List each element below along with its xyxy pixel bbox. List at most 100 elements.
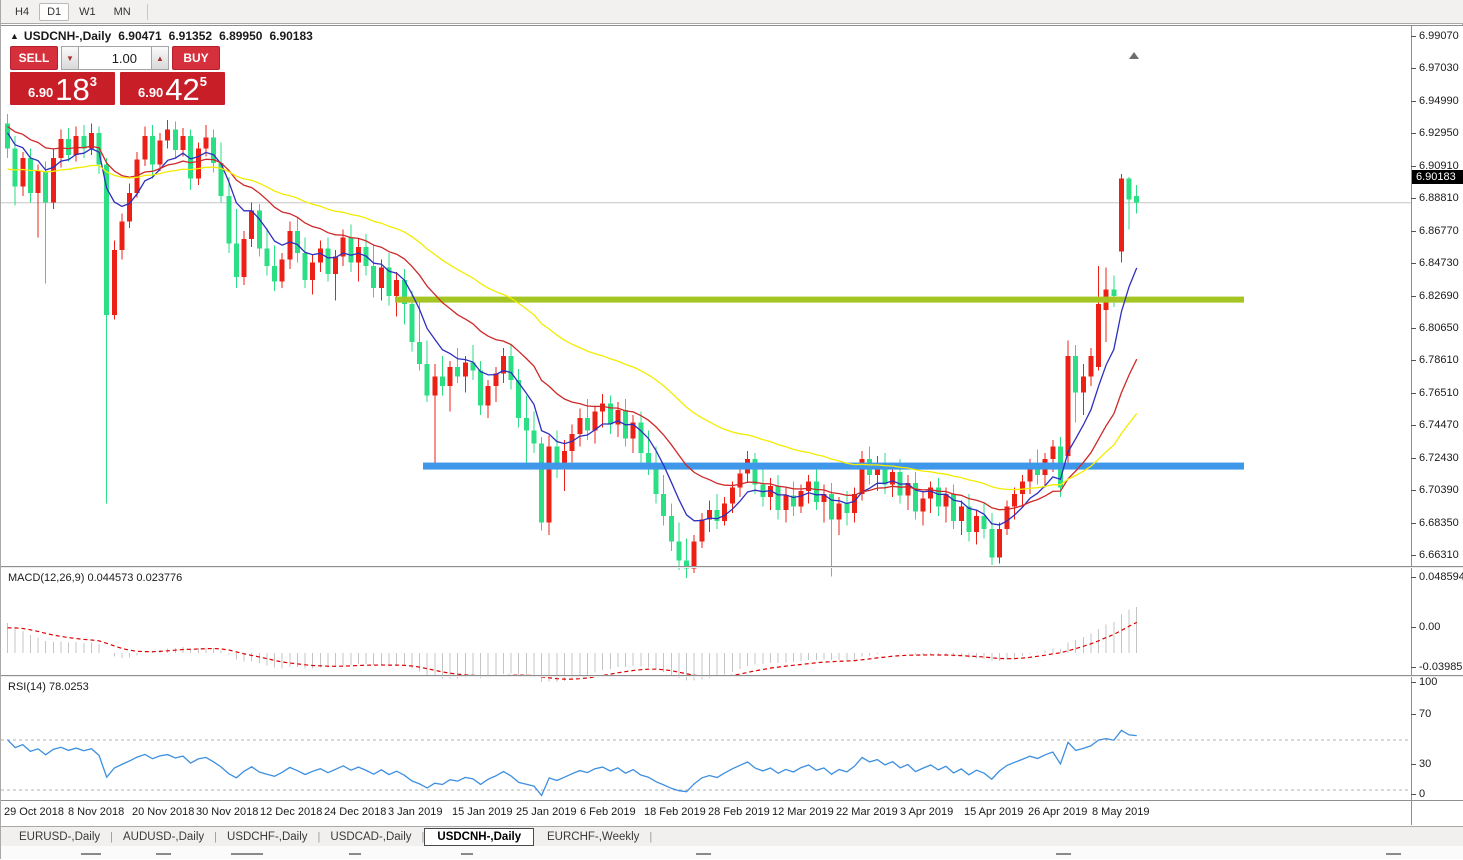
tab-usdcnh-daily[interactable]: USDCNH-,Daily (424, 828, 534, 846)
tab-eurusd-daily[interactable]: EURUSD-,Daily (9, 829, 110, 845)
rsi-label: RSI(14) 78.0253 (8, 681, 89, 693)
sell-button[interactable]: SELL (10, 46, 58, 70)
sell-price-prefix: 6.90 (28, 85, 53, 105)
chart-tab-bar: EURUSD-,Daily|AUDUSD-,Daily|USDCHF-,Dail… (1, 826, 1463, 846)
date-axis-label: 18 Feb 2019 (644, 806, 706, 818)
volume-increase-button[interactable]: ▲ (151, 46, 169, 70)
date-axis-label: 15 Jan 2019 (452, 806, 513, 818)
sell-price-sup: 3 (90, 74, 97, 89)
price-chart-canvas[interactable] (1, 51, 1463, 592)
price-axis-label: 6.72430 (1419, 452, 1459, 464)
open-value: 6.90471 (118, 29, 161, 43)
buy-price-box[interactable]: 6.90 42 5 (120, 72, 225, 105)
window-fragment (349, 853, 361, 855)
one-click-trading-panel: SELL ▼ 1.00 ▲ BUY 6.90 18 3 6.90 42 5 (10, 46, 226, 105)
price-axis-tick (1411, 101, 1416, 102)
date-axis-label: 15 Apr 2019 (964, 806, 1023, 818)
price-axis-label: 6.78610 (1419, 354, 1459, 366)
price-axis-tick (1411, 328, 1416, 329)
high-value: 6.91352 (169, 29, 212, 43)
bottom-strip (1, 846, 1463, 859)
price-axis-label: 6.76510 (1419, 387, 1459, 399)
price-axis-label: 6.86770 (1419, 225, 1459, 237)
volume-input[interactable]: 1.00 (79, 46, 151, 70)
window-fragment (1386, 853, 1401, 855)
price-axis-tick (1411, 231, 1416, 232)
timeframe-button-w1[interactable]: W1 (71, 3, 104, 21)
date-axis-label: 8 Nov 2018 (68, 806, 124, 818)
tab-separator: | (649, 831, 652, 843)
tab-audusd-daily[interactable]: AUDUSD-,Daily (113, 829, 214, 845)
timeframe-button-h4[interactable]: H4 (7, 3, 37, 21)
price-axis-label: 6.92950 (1419, 127, 1459, 139)
date-axis-label: 12 Dec 2018 (260, 806, 322, 818)
price-axis-tick (1411, 360, 1416, 361)
macd-axis-tick (1411, 627, 1416, 628)
date-axis-separator (1, 800, 1463, 801)
price-axis-label: 6.88810 (1419, 192, 1459, 204)
timeframe-button-mn[interactable]: MN (106, 3, 139, 21)
date-axis-label: 12 Mar 2019 (772, 806, 834, 818)
date-axis-label: 26 Apr 2019 (1028, 806, 1087, 818)
price-axis-label: 6.82690 (1419, 290, 1459, 302)
buy-button[interactable]: BUY (172, 46, 220, 70)
buy-price-sup: 5 (200, 74, 207, 89)
sell-price-box[interactable]: 6.90 18 3 (10, 72, 115, 105)
price-axis-tick (1411, 425, 1416, 426)
price-axis-label: 6.90910 (1419, 160, 1459, 172)
rsi-axis-tick (1411, 682, 1416, 683)
rsi-axis-label: 70 (1419, 708, 1431, 720)
mt4-terminal: { "toolbar": { "timeframes": [ {"label":… (0, 0, 1463, 859)
price-axis-tick (1411, 523, 1416, 524)
macd-panel-canvas[interactable] (1, 593, 1463, 700)
price-axis-label: 6.68350 (1419, 517, 1459, 529)
price-axis-tick (1411, 198, 1416, 199)
rsi-axis-label: 30 (1419, 758, 1431, 770)
price-axis-label: 6.80650 (1419, 322, 1459, 334)
date-axis-label: 28 Feb 2019 (708, 806, 770, 818)
price-axis-tick (1411, 458, 1416, 459)
window-fragment (1056, 853, 1071, 855)
current-price-tag: 6.90183 (1412, 170, 1463, 184)
sell-price-big: 18 (55, 74, 89, 105)
macd-axis-tick (1411, 577, 1416, 578)
price-axis-label: 6.74470 (1419, 419, 1459, 431)
toolbar-separator (147, 4, 148, 20)
price-axis-label: 6.70390 (1419, 484, 1459, 496)
rsi-axis-label: 100 (1419, 676, 1437, 688)
close-value: 6.90183 (269, 29, 312, 43)
tab-eurchf-weekly[interactable]: EURCHF-,Weekly (537, 829, 649, 845)
price-axis-label: 6.84730 (1419, 257, 1459, 269)
chart-window (1, 25, 1463, 860)
macd-axis-label: 0.00 (1419, 621, 1440, 633)
window-fragment (81, 853, 101, 855)
price-axis-tick (1411, 36, 1416, 37)
buy-price-prefix: 6.90 (138, 85, 163, 105)
macd-axis-label: -0.039856 (1419, 661, 1463, 673)
price-axis-label: 6.94990 (1419, 95, 1459, 107)
date-axis-label: 24 Dec 2018 (324, 806, 386, 818)
timeframe-button-d1[interactable]: D1 (39, 3, 69, 21)
rsi-axis-tick (1411, 794, 1416, 795)
window-fragment (461, 853, 473, 855)
collapse-panel-icon[interactable]: ▲ (10, 31, 19, 41)
date-axis-label: 3 Jan 2019 (388, 806, 442, 818)
price-axis-tick (1411, 166, 1416, 167)
price-axis-tick (1411, 133, 1416, 134)
timeframe-toolbar: H4D1W1MN (1, 0, 1463, 24)
volume-decrease-button[interactable]: ▼ (61, 46, 79, 70)
date-axis-label: 8 May 2019 (1092, 806, 1149, 818)
date-axis-label: 25 Jan 2019 (516, 806, 577, 818)
symbol-period-label: USDCNH-,Daily (24, 29, 111, 43)
date-axis-label: 30 Nov 2018 (196, 806, 258, 818)
tab-usdcad-daily[interactable]: USDCAD-,Daily (320, 829, 421, 845)
buy-price-big: 42 (165, 74, 199, 105)
macd-label: MACD(12,26,9) 0.044573 0.023776 (8, 572, 182, 584)
date-axis-label: 6 Feb 2019 (580, 806, 636, 818)
date-axis-label: 22 Mar 2019 (836, 806, 898, 818)
price-axis-tick (1411, 68, 1416, 69)
tab-usdchf-daily[interactable]: USDCHF-,Daily (217, 829, 318, 845)
window-fragment (231, 853, 263, 855)
low-value: 6.89950 (219, 29, 262, 43)
price-axis-label: 6.66310 (1419, 549, 1459, 561)
